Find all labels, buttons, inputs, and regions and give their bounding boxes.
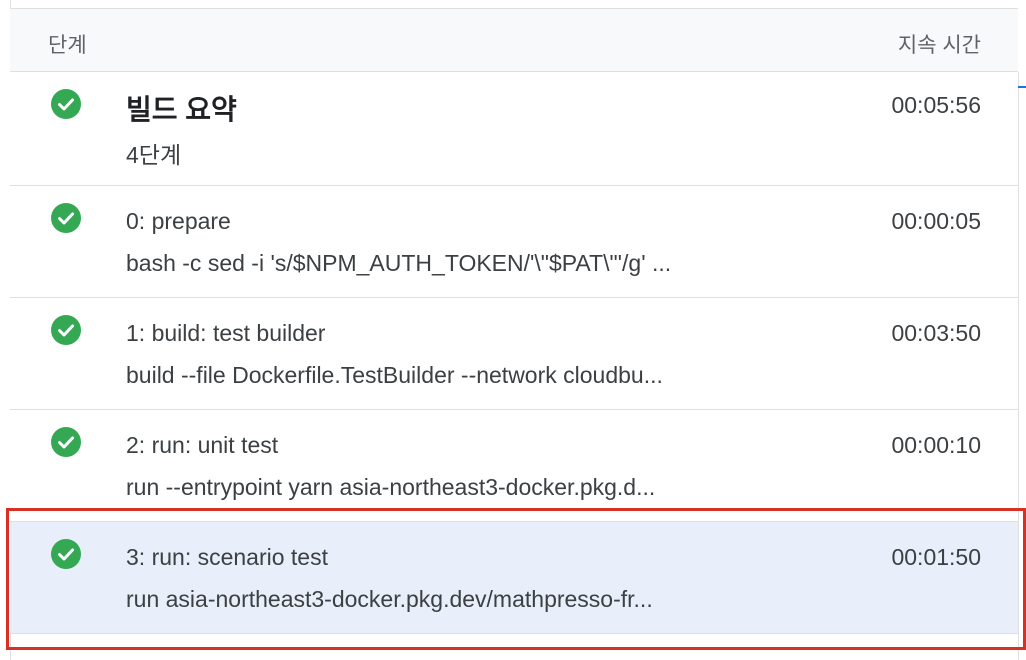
step-row-1[interactable]: 1: build: test builder build --file Dock… (10, 298, 1018, 410)
build-steps-page: 단계 지속 시간 빌드 요약 4단계 00:05:56 0: prepare b… (0, 0, 1026, 660)
check-circle-icon (51, 315, 81, 345)
column-header-step: 단계 (48, 34, 87, 57)
step-duration: 00:00:05 (891, 208, 981, 234)
build-summary-row[interactable]: 빌드 요약 4단계 00:05:56 (10, 72, 1018, 186)
check-circle-icon (51, 427, 81, 457)
step-title: 3: run: scenario test (126, 544, 328, 570)
check-circle-icon (51, 203, 81, 233)
step-command: bash -c sed -i 's/$NPM_AUTH_TOKEN/'\"$PA… (126, 250, 672, 276)
step-row-0[interactable]: 0: prepare bash -c sed -i 's/$NPM_AUTH_T… (10, 186, 1018, 298)
right-divider (1018, 72, 1019, 660)
build-steps-table: 단계 지속 시간 빌드 요약 4단계 00:05:56 0: prepare b… (10, 0, 1018, 660)
step-title: 2: run: unit test (126, 432, 279, 458)
build-summary-title: 빌드 요약 (126, 94, 237, 125)
step-duration: 00:00:10 (891, 432, 981, 458)
step-title: 1: build: test builder (126, 320, 326, 346)
step-title: 0: prepare (126, 208, 231, 234)
step-row-3[interactable]: 3: run: scenario test run asia-northeast… (10, 522, 1018, 634)
column-header-duration: 지속 시간 (897, 34, 981, 57)
step-duration: 00:01:50 (891, 544, 981, 570)
step-command: run --entrypoint yarn asia-northeast3-do… (126, 474, 656, 500)
step-command: run asia-northeast3-docker.pkg.dev/mathp… (126, 586, 653, 612)
step-command: build --file Dockerfile.TestBuilder --ne… (126, 362, 663, 388)
step-row-2[interactable]: 2: run: unit test run --entrypoint yarn … (10, 410, 1018, 522)
check-circle-icon (51, 539, 81, 569)
right-accent-mark (1018, 86, 1026, 88)
step-duration: 00:03:50 (891, 320, 981, 346)
check-circle-icon (51, 89, 81, 119)
build-summary-duration: 00:05:56 (891, 92, 981, 118)
table-header: 단계 지속 시간 (10, 8, 1018, 72)
build-summary-step-count: 4단계 (126, 142, 182, 168)
